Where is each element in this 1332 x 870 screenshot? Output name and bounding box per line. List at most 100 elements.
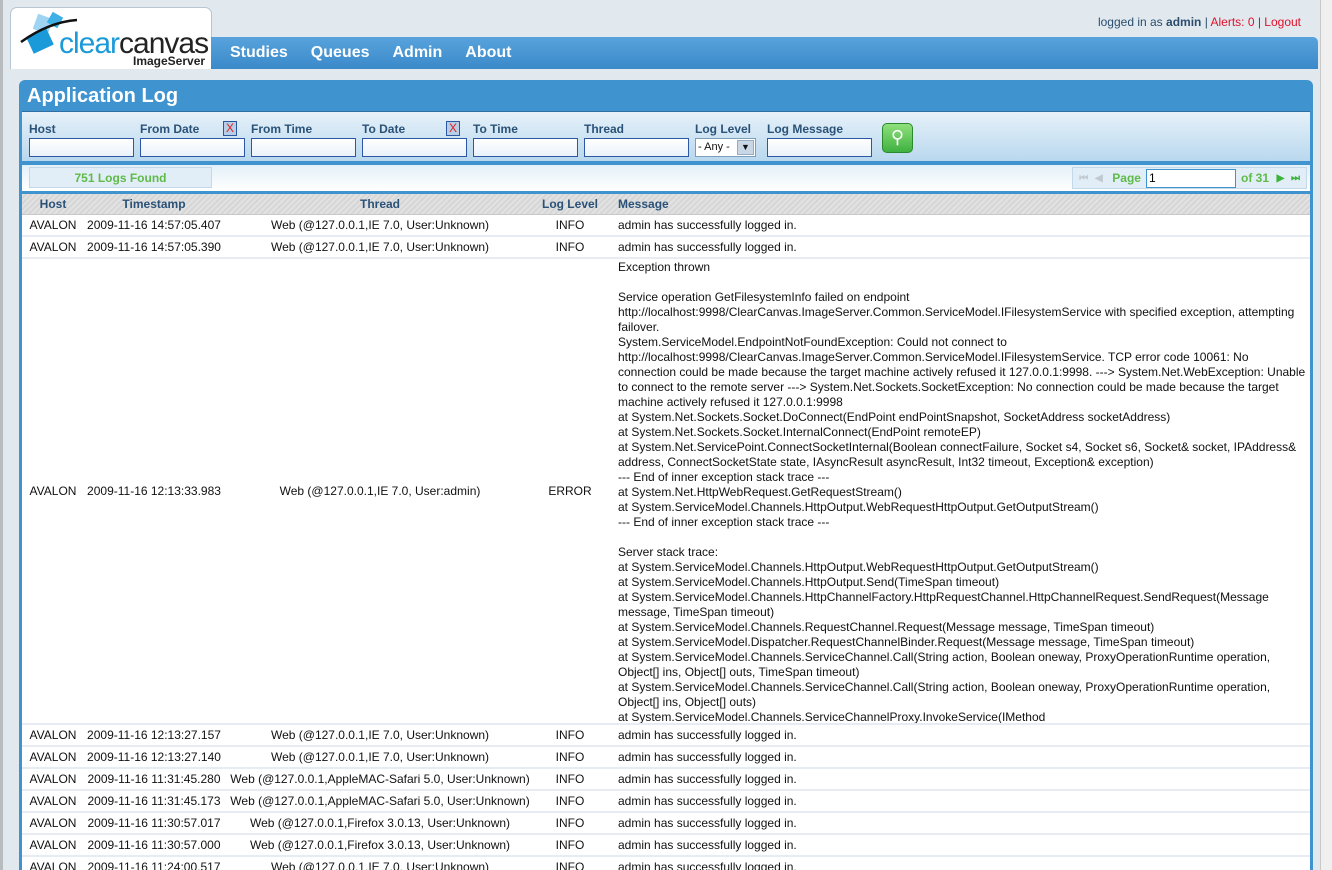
table-header: Host Timestamp Thread Log Level Message: [22, 194, 1310, 215]
cell-log-level: INFO: [555, 860, 585, 870]
cell-timestamp: 2009-11-16 12:13:33.983: [87, 484, 221, 498]
cell-host: AVALON: [29, 816, 77, 830]
table-row[interactable]: AVALON 2009-11-16 11:30:57.017 Web (@127.0…: [22, 813, 1310, 835]
cell-timestamp: 2009-11-16 11:31:45.173: [87, 794, 221, 808]
cell-thread: Web (@127.0.0.1,AppleMAC-Safari 5.0, Use…: [230, 794, 530, 808]
cell-timestamp: 2009-11-16 14:57:05.407: [87, 218, 221, 232]
thread-label: Thread: [584, 122, 625, 136]
page-number-input[interactable]: [1145, 168, 1236, 188]
cell-log-level: INFO: [555, 772, 585, 786]
column-host[interactable]: Host: [22, 197, 84, 211]
from-time-input[interactable]: [251, 138, 356, 157]
log-level-label: Log Level: [695, 122, 752, 136]
cell-thread: Web (@127.0.0.1,IE 7.0, User:Unknown): [270, 860, 490, 870]
logs-found-count: 751 Logs Found: [29, 167, 212, 188]
host-label: Host: [29, 122, 56, 136]
cell-message: admin has successfully logged in.: [618, 771, 797, 786]
first-page-icon[interactable]: ⏮: [1076, 173, 1091, 184]
clear-from-date-button[interactable]: X: [223, 121, 237, 136]
log-message-input[interactable]: [767, 138, 872, 157]
table-row[interactable]: AVALON 2009-11-16 11:31:45.173 Web (@127.0…: [22, 791, 1310, 813]
cell-log-level: INFO: [555, 240, 585, 254]
results-toolbar: 751 Logs Found ⏮ ◀ Page of 31 ▶ ⏭: [22, 164, 1310, 191]
page-count: of 31: [1240, 171, 1269, 185]
main-nav: Studies Queues Admin About: [211, 37, 1318, 69]
magnifier-icon: ⚲: [890, 127, 905, 147]
table-row[interactable]: AVALON 2009-11-16 12:13:27.157 Web (@127.0…: [22, 725, 1310, 747]
cell-timestamp: 2009-11-16 12:13:27.140: [87, 750, 221, 764]
log-message-label: Log Message: [767, 122, 844, 136]
cell-message: admin has successfully logged in.: [618, 727, 797, 742]
nav-admin[interactable]: Admin: [392, 44, 442, 62]
cell-host: AVALON: [29, 484, 77, 498]
table-body: AVALON 2009-11-16 14:57:05.407 Web (@127.0…: [22, 215, 1310, 870]
to-time-label: To Time: [473, 122, 518, 136]
user-prefix: logged in as: [1097, 15, 1163, 29]
cell-log-level: ERROR: [548, 484, 592, 498]
filter-bar: Host From Date X From Time To Date X To …: [22, 111, 1310, 161]
cell-timestamp: 2009-11-16 11:30:57.017: [87, 816, 221, 830]
pager: ⏮ ◀ Page of 31 ▶ ⏭: [1072, 167, 1307, 189]
table-row[interactable]: AVALON 2009-11-16 11:31:45.280 Web (@127.0…: [22, 769, 1310, 791]
from-time-label: From Time: [251, 122, 313, 136]
column-thread[interactable]: Thread: [224, 197, 536, 211]
cell-message: admin has successfully logged in.: [618, 749, 797, 764]
scrollbar[interactable]: [1320, 0, 1332, 870]
cell-thread: Web (@127.0.0.1,IE 7.0, User:Unknown): [270, 218, 490, 232]
prev-page-icon[interactable]: ◀: [1091, 173, 1106, 184]
host-input[interactable]: [29, 138, 134, 157]
cell-timestamp: 2009-11-16 11:31:45.280: [87, 772, 221, 786]
alerts-link[interactable]: Alerts: 0: [1210, 15, 1254, 29]
cell-message: admin has successfully logged in.: [618, 815, 797, 830]
cell-log-level: INFO: [555, 750, 585, 764]
cell-message: admin has successfully logged in.: [618, 837, 797, 852]
nav-studies[interactable]: Studies: [230, 44, 288, 62]
cell-timestamp: 2009-11-16 12:13:27.157: [87, 728, 221, 742]
column-log-level[interactable]: Log Level: [536, 197, 604, 211]
cell-thread: Web (@127.0.0.1,IE 7.0, User:Unknown): [270, 240, 490, 254]
table-row[interactable]: AVALON 2009-11-16 11:30:57.000 Web (@127.0…: [22, 835, 1310, 857]
cell-message: admin has successfully logged in.: [618, 239, 797, 254]
cell-thread: Web (@127.0.0.1,Firefox 3.0.13, User:Unk…: [249, 838, 511, 852]
log-level-select[interactable]: - Any - ▼: [695, 138, 756, 157]
table-row[interactable]: AVALON 2009-11-16 12:13:33.983 Web (@127.0…: [22, 259, 1310, 725]
cell-message: admin has successfully logged in.: [618, 217, 797, 232]
username: admin: [1166, 15, 1202, 29]
log-level-value: - Any -: [698, 141, 730, 153]
cell-host: AVALON: [29, 240, 77, 254]
user-info: logged in as admin | Alerts: 0 | Logout: [1097, 15, 1301, 29]
thread-input[interactable]: [584, 138, 689, 157]
cell-timestamp: 2009-11-16 11:24:00.517: [87, 860, 221, 870]
cell-host: AVALON: [29, 860, 77, 870]
column-timestamp[interactable]: Timestamp: [84, 197, 224, 211]
search-button[interactable]: ⚲: [882, 123, 913, 153]
to-date-input[interactable]: [362, 138, 467, 157]
clear-to-date-button[interactable]: X: [446, 121, 460, 136]
cell-log-level: INFO: [555, 794, 585, 808]
cell-message: Exception thrown Service operation GetFi…: [618, 260, 1306, 723]
cell-log-level: INFO: [555, 816, 585, 830]
cell-thread: Web (@127.0.0.1,IE 7.0, User:Unknown): [270, 728, 490, 742]
logo[interactable]: clearcanvas ImageServer: [10, 7, 212, 69]
table-row[interactable]: AVALON 2009-11-16 14:57:05.390 Web (@127.0…: [22, 237, 1310, 259]
table-row[interactable]: AVALON 2009-11-16 11:24:00.517 Web (@127.0…: [22, 857, 1310, 870]
last-page-icon[interactable]: ⏭: [1288, 173, 1303, 184]
next-page-icon[interactable]: ▶: [1273, 173, 1288, 184]
chevron-down-icon[interactable]: ▼: [737, 140, 754, 155]
application-log-panel: Application Log Host From Date X From Ti…: [19, 80, 1313, 870]
to-time-input[interactable]: [473, 138, 578, 157]
cell-thread: Web (@127.0.0.1,IE 7.0, User:Unknown): [270, 750, 490, 764]
logo-subtitle: ImageServer: [133, 54, 206, 68]
from-date-input[interactable]: [140, 138, 245, 157]
logout-link[interactable]: Logout: [1264, 15, 1301, 29]
cell-log-level: INFO: [555, 838, 585, 852]
nav-about[interactable]: About: [465, 44, 511, 62]
table-row[interactable]: AVALON 2009-11-16 12:13:27.140 Web (@127.0…: [22, 747, 1310, 769]
cell-log-level: INFO: [555, 218, 585, 232]
nav-queues[interactable]: Queues: [311, 44, 370, 62]
cell-host: AVALON: [29, 728, 77, 742]
column-message[interactable]: Message: [604, 197, 1310, 211]
table-row[interactable]: AVALON 2009-11-16 14:57:05.407 Web (@127.0…: [22, 215, 1310, 237]
cell-host: AVALON: [29, 750, 77, 764]
cell-log-level: INFO: [555, 728, 585, 742]
